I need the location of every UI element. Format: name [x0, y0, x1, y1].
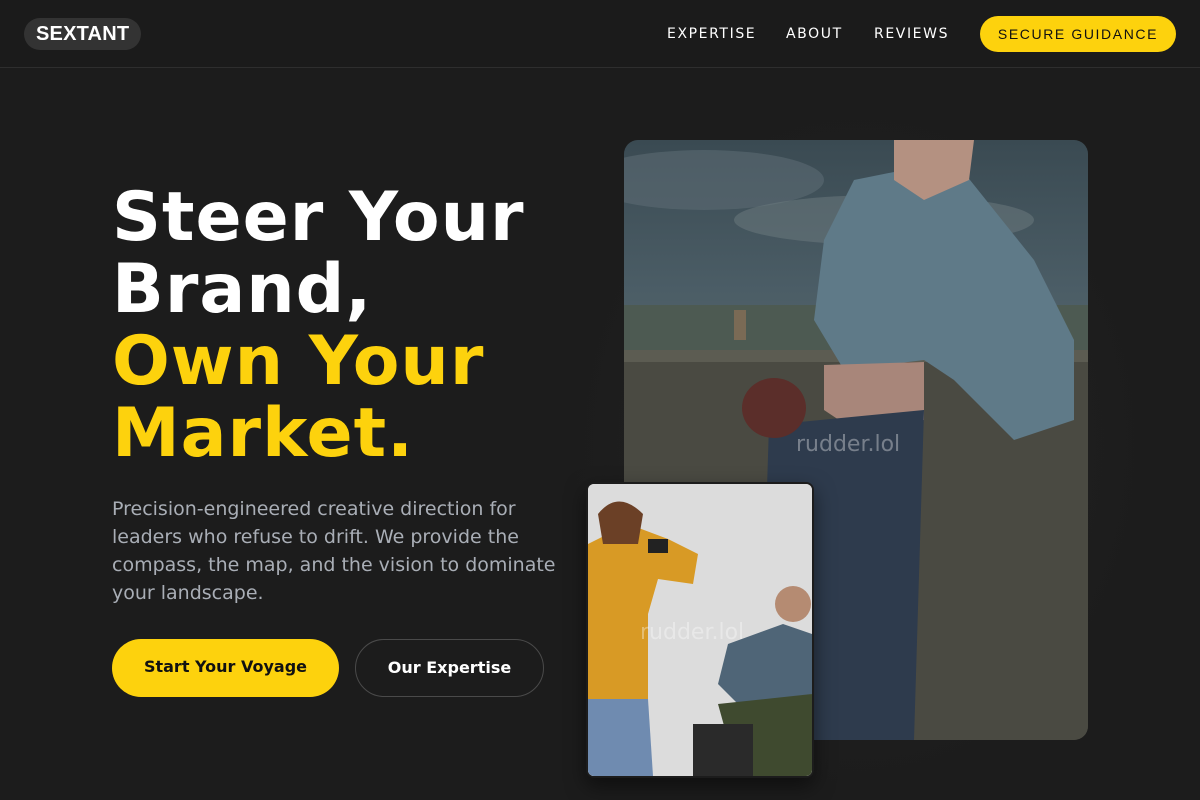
headline-line-1: Steer Your	[112, 178, 525, 257]
start-voyage-button[interactable]: Start Your Voyage	[112, 639, 339, 697]
main-photo-watermark: rudder.lol	[796, 432, 901, 457]
nav-link-expertise[interactable]: EXPERTISE	[667, 0, 756, 68]
hero-headline: Steer Your Brand, Own Your Market.	[112, 182, 582, 470]
headline-line-4: Market.	[112, 394, 414, 473]
nav-link-reviews[interactable]: REVIEWS	[874, 0, 949, 68]
brand-logo[interactable]: SEXTANT	[24, 18, 142, 50]
hero-description: Precision-engineered creative direction …	[112, 498, 556, 604]
nav-link-about[interactable]: ABOUT	[786, 0, 843, 68]
secondary-photo-watermark: rudder.lol	[640, 620, 745, 645]
secure-guidance-button[interactable]: SECURE GUIDANCE	[980, 16, 1176, 52]
our-expertise-button[interactable]: Our Expertise	[355, 639, 544, 697]
site-header: SEXTANT EXPERTISE ABOUT REVIEWS SECURE G…	[0, 0, 1200, 68]
headline-line-2: Brand,	[112, 250, 373, 329]
headline-line-3: Own Your	[112, 322, 485, 401]
hero-photo-secondary: rudder.lol	[586, 482, 814, 778]
